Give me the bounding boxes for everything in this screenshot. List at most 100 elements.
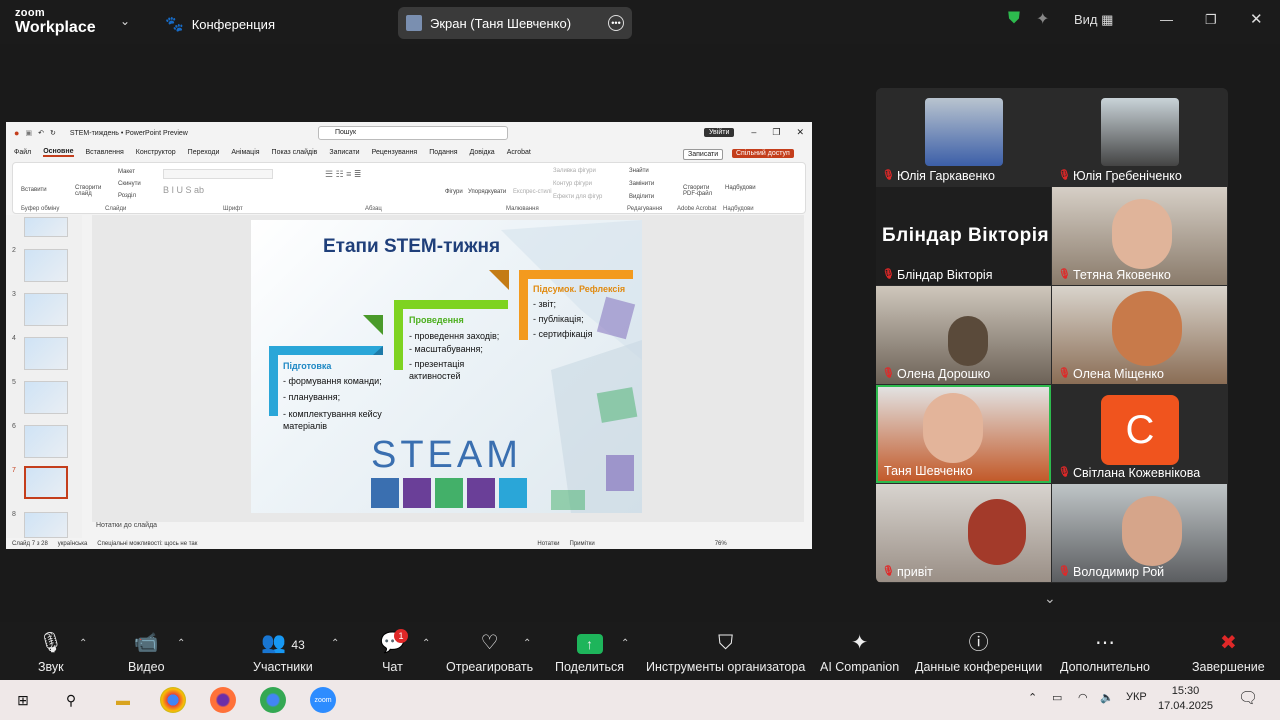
audio-button[interactable]: 🎙 Звук — [38, 630, 64, 674]
slide-thumb-selected[interactable] — [24, 466, 68, 499]
participant-tile[interactable]: Блiндар Вiкторiя 🎙 Блiндар Вiкторiя — [876, 187, 1051, 285]
ppt-tab-transitions[interactable]: Переходи — [188, 149, 220, 156]
slide-thumb[interactable] — [24, 512, 68, 538]
ribbon-select[interactable]: Виділити — [629, 194, 654, 200]
chrome-profile-icon[interactable] — [260, 687, 286, 713]
ppt-minimize-icon[interactable]: – — [751, 127, 756, 138]
participant-tile-active-speaker[interactable]: Таня Шевченко — [876, 385, 1051, 483]
participant-tile[interactable]: 🎙 привіт — [876, 484, 1051, 582]
status-zoom[interactable]: 76% — [715, 541, 727, 547]
chevron-down-icon[interactable]: ⌄ — [120, 14, 130, 28]
ppt-tab-file[interactable]: Файл — [14, 149, 31, 156]
system-clock[interactable]: 15:30 17.04.2025 — [1158, 684, 1213, 714]
ppt-tab-acrobat[interactable]: Acrobat — [507, 149, 531, 156]
participants-caret-icon[interactable]: ⌃ — [331, 638, 339, 649]
ribbon-quick-styles[interactable]: Експрес-стилі — [513, 189, 552, 195]
participant-tile[interactable]: 🎙 Юлія Гребеніченко — [1052, 88, 1227, 186]
ppt-tab-review[interactable]: Рецензування — [372, 149, 418, 156]
more-button[interactable]: ⋯ Дополнительно — [1060, 630, 1150, 674]
status-notes[interactable]: Нотатки — [537, 541, 559, 547]
wifi-icon[interactable]: ◠ — [1078, 691, 1088, 704]
slide-notes[interactable]: Нотатки до слайда — [92, 522, 804, 534]
ribbon-shape-outline[interactable]: Контур фігури — [553, 181, 592, 187]
ppt-tab-animations[interactable]: Анімація — [231, 149, 259, 156]
restore-icon[interactable]: ❐ — [1205, 12, 1217, 28]
slide-thumb[interactable] — [24, 293, 68, 326]
more-options-icon[interactable]: ••• — [608, 15, 624, 31]
ribbon-paste[interactable]: Вставити — [21, 187, 47, 193]
ppt-restore-icon[interactable]: ❐ — [772, 127, 780, 138]
share-button[interactable]: ↑ Поделиться — [555, 630, 624, 674]
participant-tile[interactable]: 🎙 Олена Міщенко — [1052, 286, 1227, 384]
minimize-icon[interactable]: — — [1160, 12, 1173, 27]
chat-caret-icon[interactable]: ⌃ — [422, 638, 430, 649]
video-button[interactable]: 📹 Видео — [128, 630, 165, 674]
ppt-record-button[interactable]: Записати — [683, 149, 724, 160]
ppt-search-input[interactable]: Пошук — [318, 126, 508, 140]
ribbon-shape-effects[interactable]: Ефекти для фігур — [553, 194, 602, 200]
zoom-taskbar-icon[interactable]: zoom — [310, 687, 336, 713]
slide-thumb[interactable] — [24, 249, 68, 282]
ppt-tab-help[interactable]: Довідка — [470, 149, 495, 156]
participant-tile[interactable]: 🎙 Юлія Гаркавенко — [876, 88, 1051, 186]
windows-start-icon[interactable]: ⊞ — [10, 687, 36, 713]
ppt-share-button[interactable]: Спільний доступ — [732, 149, 794, 158]
react-caret-icon[interactable]: ⌃ — [523, 638, 531, 649]
gallery-expand-chevron-icon[interactable]: ⌄ — [1044, 590, 1056, 607]
sparkle-icon[interactable]: ✦ — [1036, 9, 1049, 29]
participant-tile[interactable]: C 🎙 Світлана Кожевнікова — [1052, 385, 1227, 483]
chrome-icon[interactable] — [160, 687, 186, 713]
participant-tile[interactable]: 🎙 Олена Дорошко — [876, 286, 1051, 384]
slide-thumb[interactable] — [24, 381, 68, 414]
ribbon-reset[interactable]: Скинути — [118, 181, 141, 187]
battery-icon[interactable]: ▭ — [1052, 691, 1062, 704]
volume-icon[interactable]: 🔈 — [1100, 691, 1114, 704]
ribbon-addins[interactable]: Надбудови — [725, 185, 756, 191]
ppt-tab-design[interactable]: Конструктор — [136, 149, 176, 156]
notifications-icon[interactable]: 🗨 — [1238, 688, 1258, 708]
screen-share-pill[interactable]: Экран (Таня Шевченко) ••• — [398, 7, 632, 39]
share-caret-icon[interactable]: ⌃ — [621, 638, 629, 649]
ribbon-replace[interactable]: Замінити — [629, 181, 654, 187]
participant-tile[interactable]: 🎙 Володимир Рой — [1052, 484, 1227, 582]
host-tools-button[interactable]: ⛉ Инструменты организатора — [646, 630, 805, 674]
ribbon-arrange[interactable]: Упорядкувати — [468, 189, 506, 195]
firefox-icon[interactable] — [210, 687, 236, 713]
ppt-tab-view[interactable]: Подання — [429, 149, 457, 156]
ppt-signin-button[interactable]: Увійти — [704, 128, 735, 137]
participant-tile[interactable]: 🎙 Тетяна Яковенко — [1052, 187, 1227, 285]
react-button[interactable]: ♡ Отреагировать — [446, 630, 533, 674]
slide-thumb[interactable] — [24, 217, 68, 237]
ribbon-section[interactable]: Розділ — [118, 193, 136, 199]
status-comments[interactable]: Примітки — [570, 541, 595, 547]
file-explorer-icon[interactable]: ▬ — [110, 687, 136, 713]
participants-button[interactable]: 👥 43 Участники — [253, 630, 313, 674]
video-caret-icon[interactable]: ⌃ — [177, 638, 185, 649]
ppt-tab-home[interactable]: Основне — [43, 148, 74, 157]
ribbon-create-pdf[interactable]: Створити PDF-файл — [683, 185, 717, 197]
status-accessibility[interactable]: Спеціальні можливості: щось не так — [97, 541, 197, 547]
input-language[interactable]: УКР — [1126, 691, 1147, 703]
ppt-tab-record[interactable]: Записати — [329, 149, 359, 156]
ribbon-new-slide[interactable]: Створити слайд — [75, 185, 105, 197]
security-shield-icon[interactable]: ⛊ — [1008, 10, 1020, 28]
meeting-info-button[interactable]: ⓘ Данные конференции — [915, 630, 1042, 674]
close-icon[interactable]: ✕ — [1250, 10, 1263, 28]
slide-thumb[interactable] — [24, 425, 68, 458]
ppt-close-icon[interactable]: ✕ — [796, 127, 804, 138]
end-meeting-button[interactable]: ✖ Завершение — [1192, 630, 1265, 674]
ribbon-find[interactable]: Знайти — [629, 168, 649, 174]
ribbon-shapes[interactable]: Фігури — [445, 189, 463, 195]
ai-companion-button[interactable]: ✦ AI Companion — [820, 630, 899, 674]
font-family-select[interactable] — [163, 169, 273, 179]
ribbon-layout[interactable]: Макет — [118, 169, 135, 175]
search-icon[interactable]: ⚲ — [58, 687, 84, 713]
chat-button[interactable]: 💬 1 Чат — [380, 629, 408, 674]
tray-expand-icon[interactable]: ⌃ — [1028, 691, 1037, 704]
slide-thumb[interactable] — [24, 337, 68, 370]
ppt-tab-slideshow[interactable]: Показ слайдів — [272, 149, 318, 156]
conference-menu[interactable]: 🐾 Конференция — [165, 15, 275, 33]
ppt-tab-insert[interactable]: Вставлення — [86, 149, 124, 156]
ribbon-shape-fill[interactable]: Заливка фігури — [553, 168, 596, 174]
audio-caret-icon[interactable]: ⌃ — [79, 638, 87, 649]
